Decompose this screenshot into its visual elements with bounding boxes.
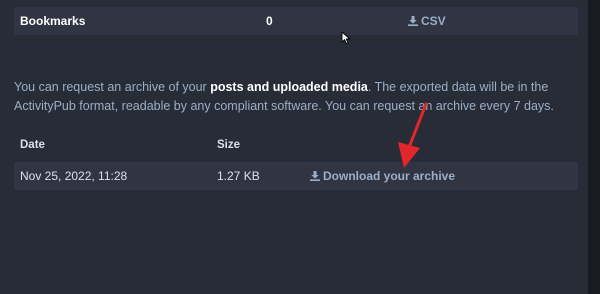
archive-date: Nov 25, 2022, 11:28 [20,169,128,183]
archive-info-text: You can request an archive of your posts… [14,78,574,116]
mouse-cursor-icon [341,31,351,45]
scrollbar[interactable] [588,0,600,294]
info-text-before: You can request an archive of your [14,79,211,94]
archive-size: 1.27 KB [217,169,260,183]
export-row-bookmarks: Bookmarks 0 CSV [14,7,578,35]
table-row: Nov 25, 2022, 11:28 1.27 KB Download you… [14,162,578,190]
download-archive-label: Download your archive [323,169,456,183]
red-arrow-annotation [398,102,428,168]
settings-panel: Bookmarks 0 CSV You can request an archi… [0,0,588,294]
download-icon [408,16,418,26]
bookmarks-label: Bookmarks [20,14,86,28]
column-header-date: Date [20,139,45,151]
bookmarks-count: 0 [266,14,273,28]
csv-download-link[interactable]: CSV [408,7,446,35]
column-header-size: Size [217,139,241,151]
download-archive-link[interactable]: Download your archive [310,162,455,190]
download-icon [310,171,320,181]
csv-label: CSV [421,14,446,28]
info-bold-text: posts and uploaded media [210,79,368,94]
